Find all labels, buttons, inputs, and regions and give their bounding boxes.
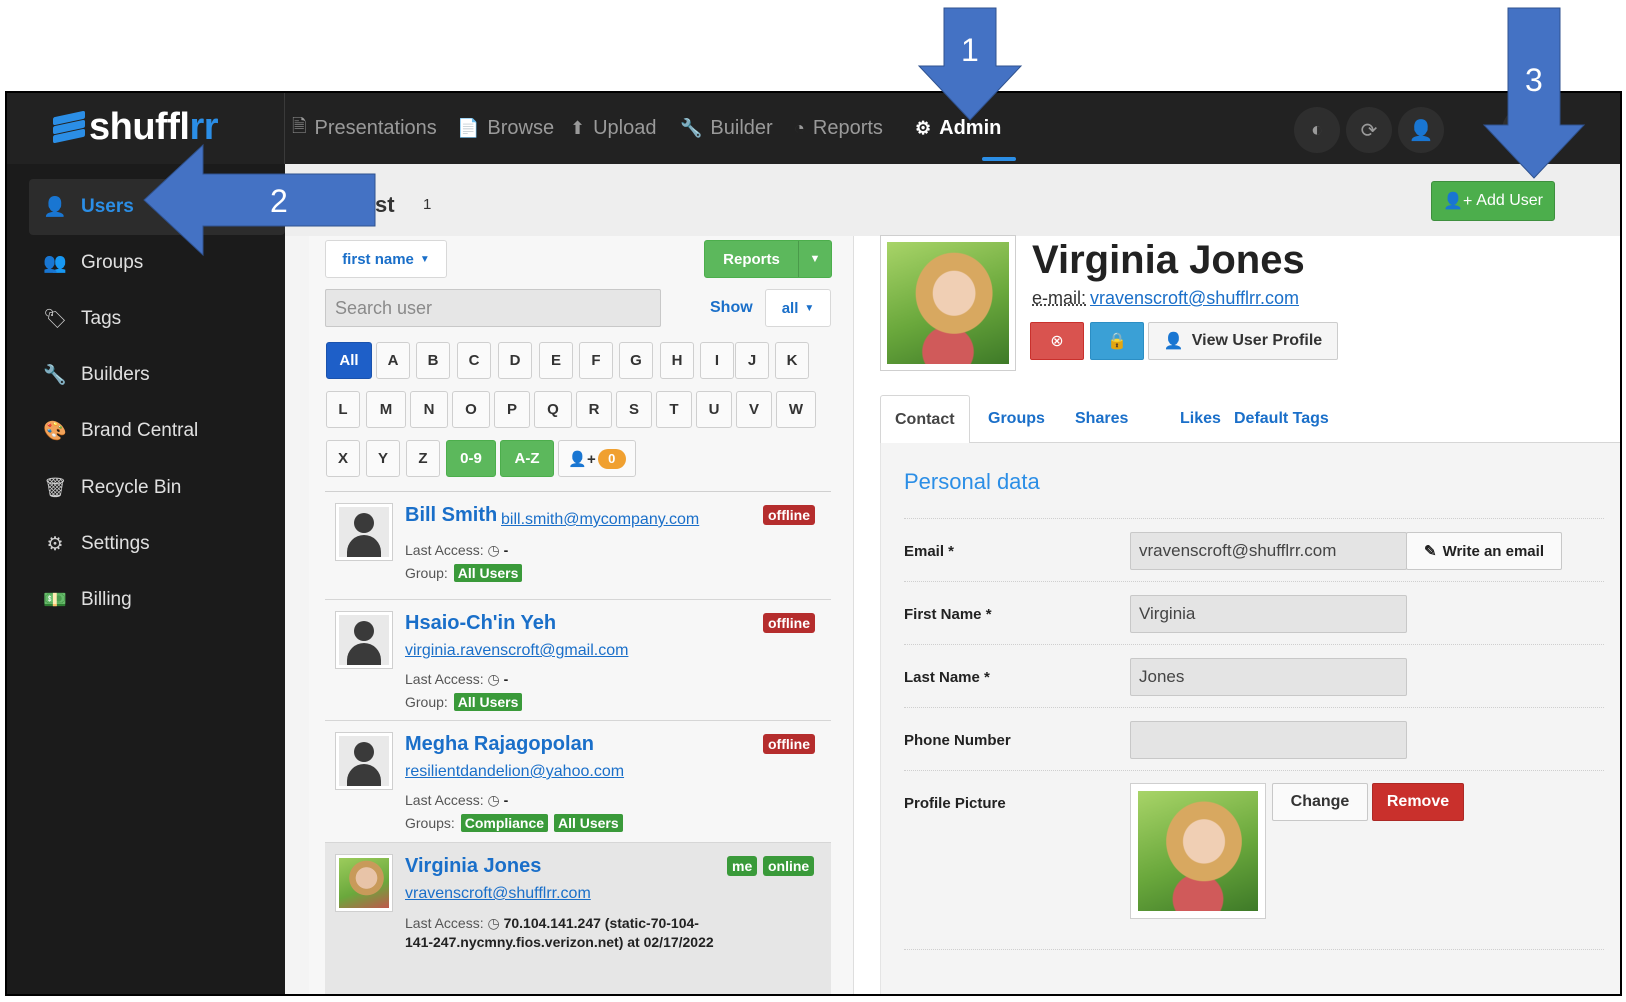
- callout-arrow-2: [143, 143, 376, 257]
- callout-number-2: 2: [270, 183, 288, 219]
- annotation-overlay: [143, 7, 1586, 257]
- callout-number-1: 1: [961, 32, 979, 68]
- callout-number-3: 3: [1525, 62, 1543, 98]
